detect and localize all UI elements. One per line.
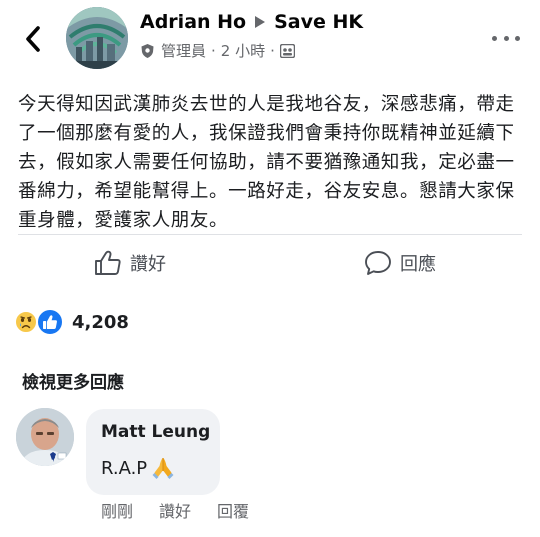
comment-text-row: R.A.P — [101, 456, 176, 480]
thumbs-up-icon — [95, 250, 121, 275]
reaction-summary[interactable]: 4,208 — [14, 308, 129, 336]
like-button[interactable]: 讚好 — [94, 250, 166, 276]
comment-bubble[interactable]: Matt Leung R.A.P — [86, 409, 220, 495]
separator-dot: · — [270, 41, 275, 60]
comment-text: R.A.P — [101, 457, 148, 479]
more-horizontal-icon — [492, 35, 497, 41]
divider — [18, 234, 522, 235]
comment-reply-button[interactable]: 回覆 — [217, 498, 249, 522]
admin-shield-icon — [141, 43, 154, 58]
back-button[interactable] — [18, 22, 48, 56]
post-header: Adrian Ho Save HK 管理員 · 2 小時 · — [0, 0, 540, 80]
poster-line: Adrian Ho Save HK — [140, 11, 363, 33]
post-body-text: 今天得知因武漢肺炎去世的人是我地谷友，深感悲痛，帶走了一個那麼有愛的人，我保證我… — [18, 94, 515, 231]
more-horizontal-icon — [515, 35, 520, 41]
post-action-bar: 讚好 回應 — [0, 242, 540, 286]
comment-button[interactable]: 回應 — [364, 250, 436, 276]
page-avatar[interactable] — [66, 7, 128, 69]
like-label: 讚好 — [130, 254, 166, 275]
reaction-icons — [14, 308, 66, 336]
right-triangle-icon — [254, 15, 266, 29]
comment-author[interactable]: Matt Leung — [101, 422, 210, 442]
commenter-avatar-image — [16, 408, 74, 466]
post-meta: 管理員 · 2 小時 · — [140, 40, 295, 61]
folded-hands-icon — [152, 458, 174, 479]
more-options-button[interactable] — [492, 30, 520, 46]
chevron-left-icon — [26, 26, 40, 52]
group-audience-icon — [279, 43, 295, 58]
comment-bubble-icon — [365, 251, 391, 275]
avatar-image — [66, 7, 128, 69]
post-time[interactable]: 2 小時 — [221, 40, 265, 61]
reaction-count: 4,208 — [72, 311, 129, 333]
view-more-comments-link[interactable]: 檢視更多回應 — [22, 368, 124, 393]
page-name[interactable]: Adrian Ho — [140, 11, 246, 33]
group-name[interactable]: Save HK — [274, 11, 363, 33]
comment-actions: 剛剛 讚好 回覆 — [101, 498, 275, 522]
avatar[interactable] — [16, 408, 74, 466]
sad-reaction-icon — [14, 310, 38, 334]
more-horizontal-icon — [503, 35, 509, 41]
role-label: 管理員 — [161, 42, 207, 60]
comment-time[interactable]: 剛剛 — [101, 498, 133, 522]
like-reaction-icon — [36, 308, 64, 336]
comment-label: 回應 — [400, 254, 436, 275]
comment-like-button[interactable]: 讚好 — [159, 498, 191, 522]
separator-dot: · — [211, 41, 216, 60]
